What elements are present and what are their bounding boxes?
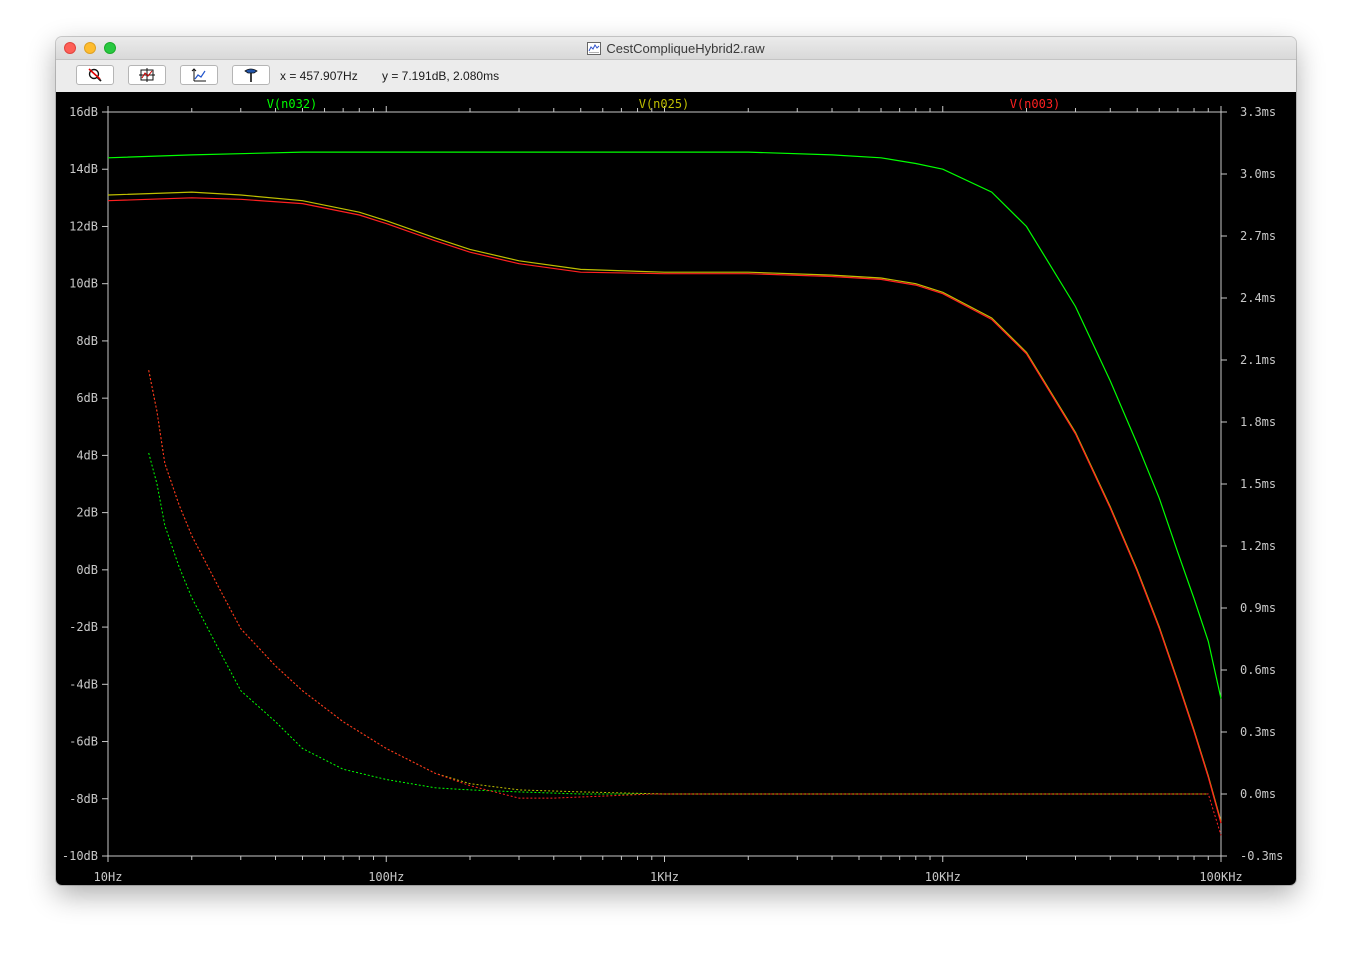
- right-y-tick-label: 2.1ms: [1240, 353, 1276, 367]
- zoom-cancel-button[interactable]: [76, 65, 114, 85]
- right-y-tick-label: 2.7ms: [1240, 229, 1276, 243]
- autorange-y-icon: [191, 68, 206, 82]
- x-tick-label: 10KHz: [925, 870, 961, 884]
- left-y-tick-label: 8dB: [76, 334, 98, 348]
- left-y-tick-label: -2dB: [69, 620, 98, 634]
- left-y-tick-label: -10dB: [62, 849, 98, 863]
- plot-toolbar: x = 457.907Hz y = 7.191dB, 2.080ms: [56, 60, 1296, 92]
- left-y-tick-label: 10dB: [69, 277, 98, 291]
- right-y-tick-label: -0.3ms: [1240, 849, 1283, 863]
- series-magnitude-line: [107, 191, 1222, 822]
- series-group-delay-line: [148, 370, 1209, 795]
- right-y-tick-label: 1.5ms: [1240, 477, 1276, 491]
- series-magnitude-line: [107, 197, 1222, 824]
- legend-label: V(n025): [639, 97, 690, 111]
- plot-area[interactable]: 10Hz 100Hz 1KHz 10KHz 100KHz 16dB 14dB 12dB 10dB…: [56, 92, 1296, 885]
- left-y-tick-label: 16dB: [69, 105, 98, 119]
- y-cursor-readout: y = 7.191dB, 2.080ms: [382, 69, 500, 83]
- plot-frame: [107, 111, 1222, 857]
- right-y-tick-label: 0.9ms: [1240, 601, 1276, 615]
- x-tick-label: 10Hz: [94, 870, 123, 884]
- bode-plot[interactable]: 10Hz 100Hz 1KHz 10KHz 100KHz 16dB 14dB 12dB 10dB…: [56, 92, 1296, 885]
- right-y-tick-label: 3.0ms: [1240, 167, 1276, 181]
- left-y-tick-label: 14dB: [69, 162, 98, 176]
- right-y-tick-label: 3.3ms: [1240, 105, 1276, 119]
- legend-label: V(n003): [1010, 97, 1061, 111]
- waveform-window: CestCompliqueHybrid2.raw x = 457.907Hz y…: [56, 37, 1296, 885]
- zoom-cancel-icon: [88, 68, 102, 82]
- left-y-tick-label: 12dB: [69, 219, 98, 233]
- right-y-tick-label: 0.0ms: [1240, 787, 1276, 801]
- x-cursor-readout: x = 457.907Hz: [280, 69, 358, 83]
- series-group-delay-line: [148, 370, 1222, 836]
- left-y-tick-label: -4dB: [69, 677, 98, 691]
- left-y-tick-label: 4dB: [76, 448, 98, 462]
- series-group-delay-line: [148, 452, 1209, 795]
- autorange-icon: [139, 68, 155, 82]
- x-tick-label: 1KHz: [650, 870, 679, 884]
- autorange-y-button[interactable]: [180, 65, 218, 85]
- left-y-tick-label: -8dB: [69, 792, 98, 806]
- window-title-area: CestCompliqueHybrid2.raw: [56, 37, 1296, 59]
- waveform-document-icon: [587, 41, 602, 55]
- right-y-tick-label: 1.8ms: [1240, 415, 1276, 429]
- window-title: CestCompliqueHybrid2.raw: [606, 40, 765, 56]
- marker-icon: [244, 68, 258, 82]
- right-y-tick-label: 2.4ms: [1240, 291, 1276, 305]
- marker-button[interactable]: [232, 65, 270, 85]
- right-y-tick-label: 1.2ms: [1240, 539, 1276, 553]
- x-tick-label: 100Hz: [368, 870, 404, 884]
- title-bar[interactable]: CestCompliqueHybrid2.raw: [56, 37, 1296, 60]
- left-y-tick-label: -6dB: [69, 735, 98, 749]
- autorange-button[interactable]: [128, 65, 166, 85]
- legend-label: V(n032): [267, 97, 318, 111]
- left-y-tick-label: 0dB: [76, 563, 98, 577]
- right-y-tick-label: 0.6ms: [1240, 663, 1276, 677]
- right-y-tick-label: 0.3ms: [1240, 725, 1276, 739]
- x-tick-label: 100KHz: [1199, 870, 1242, 884]
- left-y-tick-label: 2dB: [76, 506, 98, 520]
- left-y-tick-label: 6dB: [76, 391, 98, 405]
- series-magnitude-line: [107, 151, 1222, 699]
